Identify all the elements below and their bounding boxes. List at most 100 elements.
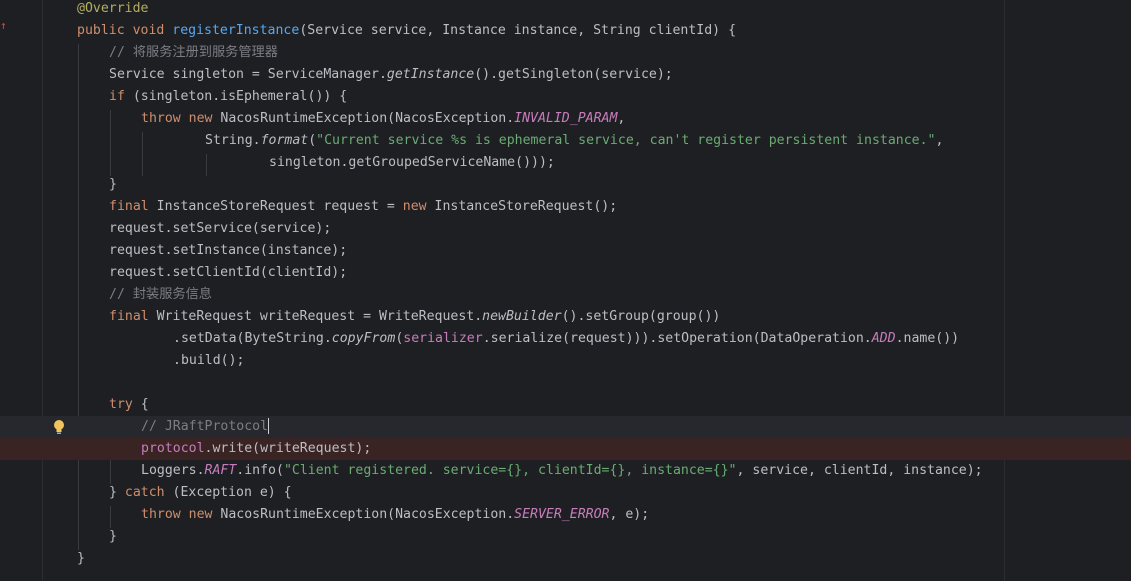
closing-brace: } — [77, 551, 85, 566]
code-editor[interactable]: ↑ @Override public void registerInstance… — [0, 0, 1131, 581]
code-text: , — [617, 111, 626, 126]
keyword: final — [109, 309, 149, 324]
code-line[interactable]: Loggers.RAFT.info("Client registered. se… — [0, 460, 1131, 482]
code-line[interactable]: request.setService(service); — [0, 218, 1131, 240]
code-text: ().setGroup(group()) — [561, 309, 721, 324]
current-code-line[interactable]: // JRaftProtocol — [0, 416, 1131, 438]
code-text: , — [935, 133, 944, 148]
static-method: getInstance — [386, 67, 475, 82]
code-line[interactable]: throw new NacosRuntimeException(NacosExc… — [0, 504, 1131, 526]
code-text: InstanceStoreRequest(); — [426, 199, 618, 214]
code-text: InstanceStoreRequest request = — [148, 199, 403, 214]
code-line[interactable]: request.setClientId(clientId); — [0, 262, 1131, 284]
comment: // 将服务注册到服务管理器 — [109, 45, 278, 60]
code-text: (singleton.isEphemeral()) { — [124, 89, 348, 104]
statement: if (singleton.isEphemeral()) { — [109, 86, 347, 108]
code-line[interactable]: .setData(ByteString.copyFrom(serializer.… — [0, 328, 1131, 350]
statement: String.format("Current service %s is eph… — [205, 130, 943, 152]
keyword: if — [109, 89, 125, 104]
keyword: try — [109, 397, 133, 412]
statement: throw new NacosRuntimeException(NacosExc… — [141, 504, 649, 526]
code-text: { — [132, 397, 149, 412]
keyword: throw new — [141, 507, 213, 522]
code-text: ( — [308, 133, 317, 148]
closing-brace: } — [109, 529, 117, 544]
code-text: } — [109, 485, 125, 500]
code-line[interactable]: } — [0, 174, 1131, 196]
string-literal: "Current service %s is ephemeral service… — [316, 133, 936, 148]
code-line[interactable]: final InstanceStoreRequest request = new… — [0, 196, 1131, 218]
text-caret — [268, 418, 270, 434]
code-text: , service, clientId, instance); — [736, 463, 983, 478]
parameters: (Service service, Instance instance, Str… — [299, 23, 737, 38]
keyword: final — [109, 199, 149, 214]
code-text: String. — [205, 133, 261, 148]
keyword: public void — [77, 23, 173, 38]
lightbulb-icon[interactable] — [52, 419, 66, 435]
statement: Service singleton = ServiceManager.getIn… — [109, 64, 673, 86]
code-line[interactable]: .build(); — [0, 350, 1131, 372]
static-constant: INVALID_PARAM — [514, 111, 618, 126]
statement: protocol.write(writeRequest); — [141, 438, 371, 460]
code-text: (Exception e) { — [164, 485, 292, 500]
code-text: ().getSingleton(service); — [474, 67, 673, 82]
statement: request.setInstance(instance); — [109, 243, 348, 258]
code-line[interactable]: // 封装服务信息 — [0, 284, 1131, 306]
static-method: newBuilder — [482, 309, 562, 324]
closing-brace: } — [109, 177, 117, 192]
statement: .setData(ByteString.copyFrom(serializer.… — [173, 328, 959, 350]
code-line[interactable]: try { — [0, 394, 1131, 416]
code-line[interactable]: } — [0, 526, 1131, 548]
keyword: catch — [124, 485, 165, 500]
code-line[interactable]: final WriteRequest writeRequest = WriteR… — [0, 306, 1131, 328]
method-name: registerInstance — [172, 23, 300, 38]
comment: // JRaftProtocol — [141, 419, 269, 434]
code-text: .serialize(request))).setOperation(DataO… — [482, 331, 872, 346]
code-line[interactable]: singleton.getGroupedServiceName())); — [0, 152, 1131, 174]
method-signature: public void registerInstance(Service ser… — [77, 20, 736, 42]
code-text: .setData(ByteString. — [173, 331, 332, 346]
code-line[interactable]: // 将服务注册到服务管理器 — [0, 42, 1131, 64]
code-line[interactable]: String.format("Current service %s is eph… — [0, 130, 1131, 152]
code-line[interactable] — [0, 372, 1131, 394]
static-method: format — [260, 133, 309, 148]
code-text: , e); — [609, 507, 650, 522]
static-constant: ADD — [871, 331, 896, 346]
statement: } catch (Exception e) { — [109, 482, 292, 504]
code-line[interactable]: public void registerInstance(Service ser… — [0, 20, 1131, 42]
string-literal: "Client registered. service={}, clientId… — [283, 463, 737, 478]
code-line[interactable]: Service singleton = ServiceManager.getIn… — [0, 64, 1131, 86]
code-text: Loggers. — [141, 463, 205, 478]
statement: final WriteRequest writeRequest = WriteR… — [109, 306, 720, 328]
static-constant: SERVER_ERROR — [514, 507, 610, 522]
code-line[interactable]: throw new NacosRuntimeException(NacosExc… — [0, 108, 1131, 130]
code-text: Service singleton = ServiceManager. — [109, 67, 387, 82]
statement: request.setService(service); — [109, 221, 332, 236]
static-constant: RAFT — [204, 463, 237, 478]
field-reference: protocol — [141, 441, 205, 456]
statement: Loggers.RAFT.info("Client registered. se… — [141, 460, 983, 482]
code-text: .info( — [236, 463, 284, 478]
code-line[interactable]: } — [0, 548, 1131, 570]
statement: singleton.getGroupedServiceName())); — [269, 155, 555, 170]
static-method: copyFrom — [331, 331, 396, 346]
code-text: WriteRequest writeRequest = WriteRequest… — [148, 309, 483, 324]
code-line[interactable]: request.setInstance(instance); — [0, 240, 1131, 262]
breakpoint-code-line[interactable]: protocol.write(writeRequest); — [0, 438, 1131, 460]
keyword: throw new — [141, 111, 213, 126]
statement: throw new NacosRuntimeException(NacosExc… — [141, 108, 625, 130]
comment: // 封装服务信息 — [109, 287, 212, 302]
override-annotation: @Override — [77, 1, 149, 16]
code-line[interactable]: } catch (Exception e) { — [0, 482, 1131, 504]
code-line[interactable]: @Override — [0, 0, 1131, 20]
code-text: NacosRuntimeException(NacosException. — [212, 111, 515, 126]
statement: .build(); — [173, 353, 245, 368]
field-reference: serializer — [403, 331, 483, 346]
code-text: .write(writeRequest); — [204, 441, 372, 456]
keyword: new — [402, 199, 427, 214]
statement: request.setClientId(clientId); — [109, 265, 348, 280]
statement: // JRaftProtocol — [141, 416, 270, 438]
code-line[interactable]: if (singleton.isEphemeral()) { — [0, 86, 1131, 108]
code-text: NacosRuntimeException(NacosException. — [212, 507, 515, 522]
statement: try { — [109, 394, 149, 416]
